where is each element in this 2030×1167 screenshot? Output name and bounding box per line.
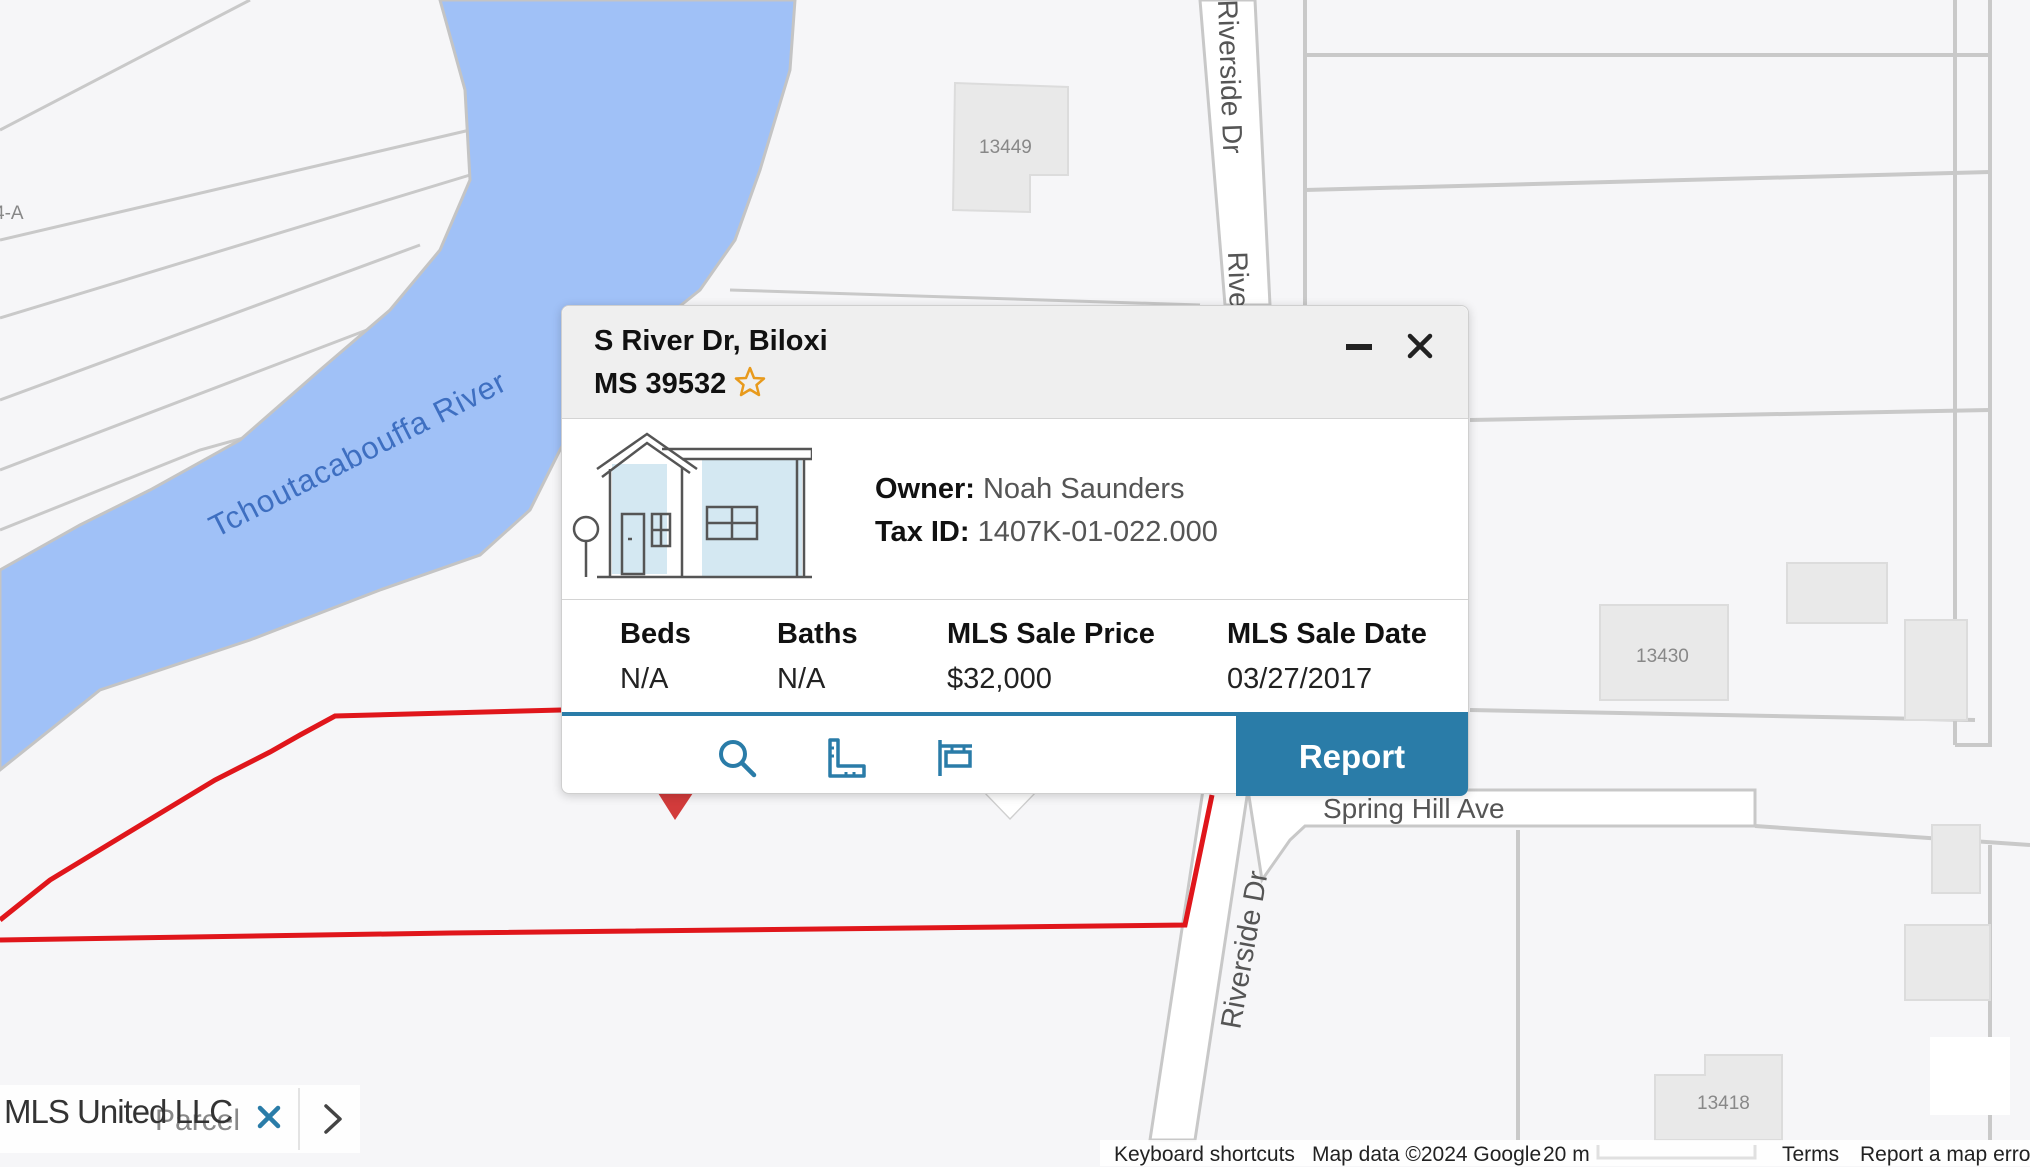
close-icon[interactable] xyxy=(1400,326,1440,366)
star-icon[interactable] xyxy=(732,364,768,400)
parcel-number-13430: 13430 xyxy=(1636,646,1689,667)
close-icon[interactable] xyxy=(252,1100,286,1134)
stat-value-beds: N/A xyxy=(620,663,669,695)
scale-label: 20 m xyxy=(1543,1143,1590,1166)
report-button[interactable]: Report xyxy=(1236,716,1468,796)
stat-label-beds: Beds xyxy=(620,618,691,650)
keyboard-shortcuts-link[interactable]: Keyboard shortcuts xyxy=(1114,1143,1295,1167)
parcel-number-13418: 13418 xyxy=(1697,1093,1750,1114)
map-data-credit: Map data ©2024 Google xyxy=(1312,1143,1542,1166)
street-label-riverside-top: Riverside Dr xyxy=(1212,0,1248,154)
map-attribution: Keyboard shortcuts Map data ©2024 Google… xyxy=(1100,1140,2030,1166)
house-illustration xyxy=(572,432,812,579)
street-label-rive: Rive xyxy=(1222,251,1255,308)
popup-action-bar: Report xyxy=(562,712,1468,796)
layer-bar-separator xyxy=(298,1088,300,1150)
terms-link[interactable]: Terms xyxy=(1782,1143,1839,1167)
address-line-2: MS 39532 xyxy=(594,368,727,400)
tax-id-line: Tax ID: 1407K-01-022.000 xyxy=(875,516,1218,549)
owner-label: Owner: xyxy=(875,473,975,505)
mls-credit: MLS United LLC xyxy=(4,1093,233,1130)
address-line-1: S River Dr, Biloxi xyxy=(594,325,828,357)
stat-label-sale-price: MLS Sale Price xyxy=(947,618,1155,650)
sign-icon[interactable] xyxy=(932,736,976,780)
popup-header: S River Dr, Biloxi MS 39532 xyxy=(562,306,1468,419)
stat-value-sale-date: 03/27/2017 xyxy=(1227,663,1373,695)
popup-divider xyxy=(562,599,1468,600)
stat-label-baths: Baths xyxy=(777,618,858,650)
tax-id-label: Tax ID: xyxy=(875,516,970,548)
measure-icon[interactable] xyxy=(824,736,868,780)
property-popup: S River Dr, Biloxi MS 39532 Owner: Noah … xyxy=(561,305,1469,796)
owner-line: Owner: Noah Saunders xyxy=(875,473,1185,506)
stat-value-sale-price: $32,000 xyxy=(947,663,1052,695)
minimize-icon[interactable] xyxy=(1338,326,1378,366)
report-map-error-link[interactable]: Report a map error xyxy=(1860,1143,2030,1167)
stat-value-baths: N/A xyxy=(777,663,826,695)
lot-label: 4-A xyxy=(0,203,24,224)
map-control-box[interactable] xyxy=(1930,1037,2010,1115)
search-icon[interactable] xyxy=(715,736,759,780)
parcel-number-13449: 13449 xyxy=(979,137,1032,158)
owner-value: Noah Saunders xyxy=(982,473,1185,505)
street-label-spring-hill: Spring Hill Ave xyxy=(1323,793,1505,824)
chevron-right-icon[interactable] xyxy=(316,1100,350,1138)
stat-label-sale-date: MLS Sale Date xyxy=(1227,618,1427,650)
tax-id-value: 1407K-01-022.000 xyxy=(977,516,1218,548)
